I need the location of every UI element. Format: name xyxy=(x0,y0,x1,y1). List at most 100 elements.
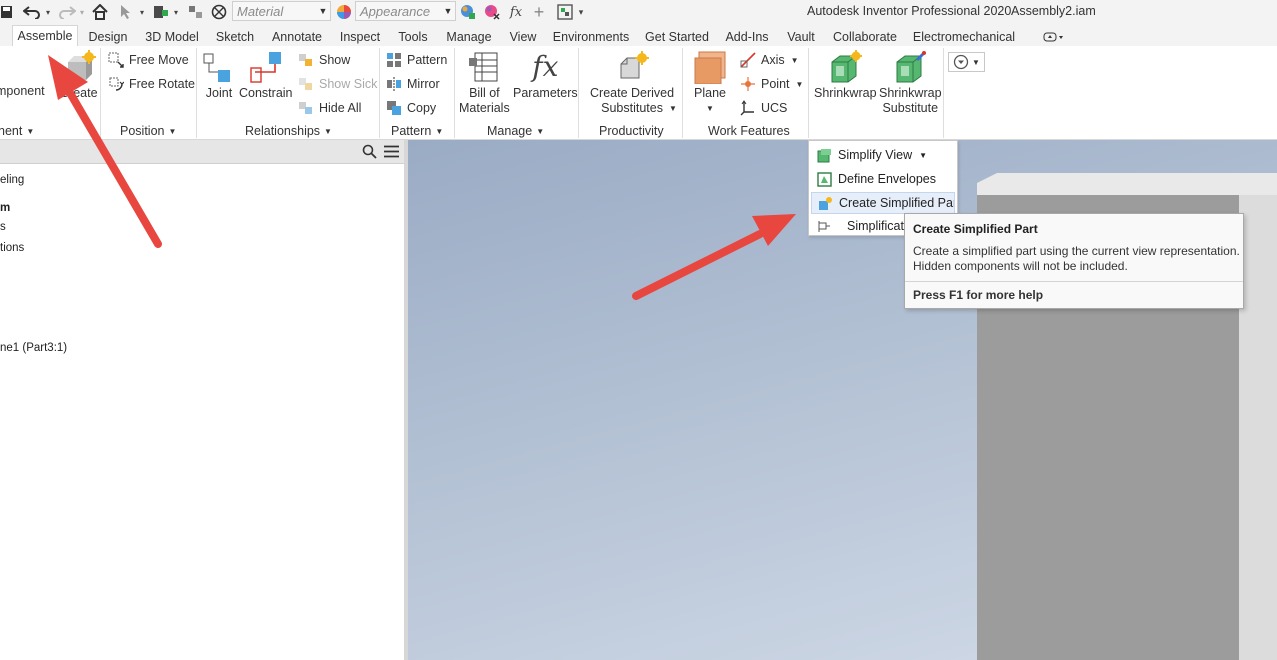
measure-icon[interactable] xyxy=(185,2,207,22)
browser-node-representations[interactable]: m xyxy=(0,202,10,214)
select-dropdown-icon[interactable]: ▾ xyxy=(138,2,146,22)
material-placeholder: Material xyxy=(237,3,284,19)
plus-icon[interactable]: + xyxy=(530,2,548,22)
pattern-button[interactable]: Pattern xyxy=(386,50,447,70)
tab-annotate[interactable]: Annotate xyxy=(266,27,328,46)
hamburger-menu-icon[interactable] xyxy=(384,145,399,161)
constrain-button[interactable]: Constrain xyxy=(239,50,293,101)
tab-collaborate[interactable]: Collaborate xyxy=(828,27,902,46)
adjust-appearance-icon[interactable] xyxy=(458,2,478,22)
material-combo[interactable]: Material ▼ xyxy=(232,1,331,21)
hide-all-button[interactable]: Hide All xyxy=(298,98,361,118)
panel-divider xyxy=(379,48,380,138)
shrinkwrap-substitute-icon xyxy=(893,50,927,84)
joint-button[interactable]: Joint xyxy=(202,50,236,101)
relationships-panel-text: Relationships xyxy=(245,124,321,138)
point-button[interactable]: Point ▼ xyxy=(740,74,803,94)
mirror-icon xyxy=(386,76,402,92)
pattern-panel-label[interactable]: Pattern ▼ xyxy=(391,124,443,138)
tooltip-description-line1: Create a simplified part using the curre… xyxy=(913,244,1240,258)
relationships-panel-label[interactable]: Relationships ▼ xyxy=(245,124,332,138)
tab-3d-model[interactable]: 3D Model xyxy=(140,27,204,46)
tab-get-started[interactable]: Get Started xyxy=(640,27,714,46)
home-icon[interactable] xyxy=(90,2,110,22)
shrinkwrap-substitute-button[interactable]: Shrinkwrap Substitute xyxy=(879,50,942,116)
save-icon[interactable] xyxy=(0,2,14,22)
simplification-panel-label: Simplificat xyxy=(847,219,904,233)
shrinkwrap-button[interactable]: Shrinkwrap xyxy=(814,50,877,101)
undo-icon[interactable] xyxy=(20,2,44,22)
tab-assemble[interactable]: Assemble xyxy=(12,25,78,46)
free-rotate-button[interactable]: Free Rotate xyxy=(108,74,195,94)
appearance-placeholder: Appearance xyxy=(360,3,431,19)
select-mode-icon[interactable] xyxy=(116,2,138,22)
copy-button[interactable]: Copy xyxy=(386,98,436,118)
ribbon-display-toggle[interactable] xyxy=(1038,27,1070,46)
tab-vault[interactable]: Vault xyxy=(780,27,822,46)
browser-node-modeling[interactable]: eling xyxy=(0,174,24,186)
plane-button[interactable]: Plane ▼ xyxy=(693,50,727,116)
circle-dropdown-icon xyxy=(953,54,969,70)
update-dropdown-icon[interactable]: ▾ xyxy=(172,2,180,22)
component-panel-label[interactable]: nent ▼ xyxy=(0,124,34,138)
show-button[interactable]: Show xyxy=(298,50,350,70)
manage-panel-label[interactable]: Manage ▼ xyxy=(487,124,544,138)
render-icon[interactable] xyxy=(208,2,230,22)
tab-design[interactable]: Design xyxy=(84,27,132,46)
appearance-icon[interactable] xyxy=(334,2,354,22)
ilogic-icon[interactable] xyxy=(555,2,575,22)
parameters-fx-icon[interactable]: fx xyxy=(506,2,526,22)
update-icon[interactable] xyxy=(150,2,172,22)
copy-icon xyxy=(386,100,402,116)
search-icon[interactable] xyxy=(362,144,377,162)
redo-icon[interactable] xyxy=(56,2,78,22)
parameters-button[interactable]: fx Parameters xyxy=(513,50,578,101)
create-component-icon xyxy=(62,50,96,84)
bill-of-materials-button[interactable]: Bill of Materials xyxy=(459,50,510,116)
tooltip-divider xyxy=(905,281,1243,282)
model-browser: eling m s tions ne1 (Part3:1) xyxy=(0,140,404,660)
joint-label: Joint xyxy=(205,86,233,100)
panel-divider xyxy=(682,48,683,138)
tab-manage[interactable]: Manage xyxy=(440,27,498,46)
create-derived-substitutes-button[interactable]: Create Derived Substitutes xyxy=(590,50,674,116)
chevron-down-icon: ▼ xyxy=(536,127,545,136)
customize-dropdown-icon[interactable]: ▾ xyxy=(576,2,586,22)
mirror-button[interactable]: Mirror xyxy=(386,74,440,94)
clear-appearance-icon[interactable] xyxy=(482,2,502,22)
free-move-button[interactable]: Free Move xyxy=(108,50,189,70)
menu-item-simplify-view[interactable]: Simplify View ▼ xyxy=(811,144,955,166)
tab-tools[interactable]: Tools xyxy=(392,27,434,46)
tab-environments[interactable]: Environments xyxy=(548,27,634,46)
show-sick-button[interactable]: Show Sick xyxy=(298,74,377,94)
panel-divider xyxy=(943,48,944,138)
tab-inspect[interactable]: Inspect xyxy=(334,27,386,46)
menu-item-create-simplified-part[interactable]: Create Simplified Part xyxy=(811,192,955,214)
create-component-button[interactable]: Create xyxy=(60,50,98,101)
tab-view[interactable]: View xyxy=(504,27,542,46)
free-rotate-label: Free Rotate xyxy=(129,77,196,91)
tab-sketch[interactable]: Sketch xyxy=(210,27,260,46)
pattern-icon xyxy=(386,52,402,68)
dynamo-dropdown-button[interactable]: ▼ xyxy=(948,52,985,72)
position-panel-label[interactable]: Position ▼ xyxy=(120,124,176,138)
chevron-down-icon: ▼ xyxy=(26,127,35,136)
pattern-label: Pattern xyxy=(407,53,448,67)
derived-substitutes-line1: Create Derived xyxy=(590,86,675,100)
redo-dropdown-icon[interactable]: ▾ xyxy=(78,2,86,22)
ucs-button[interactable]: UCS xyxy=(740,98,787,118)
tab-electromechanical[interactable]: Electromechanical xyxy=(908,27,1020,46)
menu-item-define-envelopes[interactable]: Define Envelopes xyxy=(811,168,955,190)
browser-node-positions[interactable]: tions xyxy=(0,242,24,254)
place-component-button[interactable]: mponent xyxy=(0,84,45,99)
browser-node-relationships[interactable]: s xyxy=(0,221,6,233)
appearance-combo[interactable]: Appearance ▼ xyxy=(355,1,456,21)
browser-node-part3[interactable]: ne1 (Part3:1) xyxy=(0,342,67,354)
manage-panel-text: Manage xyxy=(487,124,533,138)
undo-dropdown-icon[interactable]: ▾ xyxy=(44,2,52,22)
parameters-fx-icon: fx xyxy=(532,50,559,83)
chevron-down-icon: ▼ xyxy=(435,127,444,136)
tab-add-ins[interactable]: Add-Ins xyxy=(720,27,774,46)
axis-button[interactable]: Axis ▼ xyxy=(740,50,799,70)
chevron-down-icon[interactable]: ▼ xyxy=(669,98,677,118)
